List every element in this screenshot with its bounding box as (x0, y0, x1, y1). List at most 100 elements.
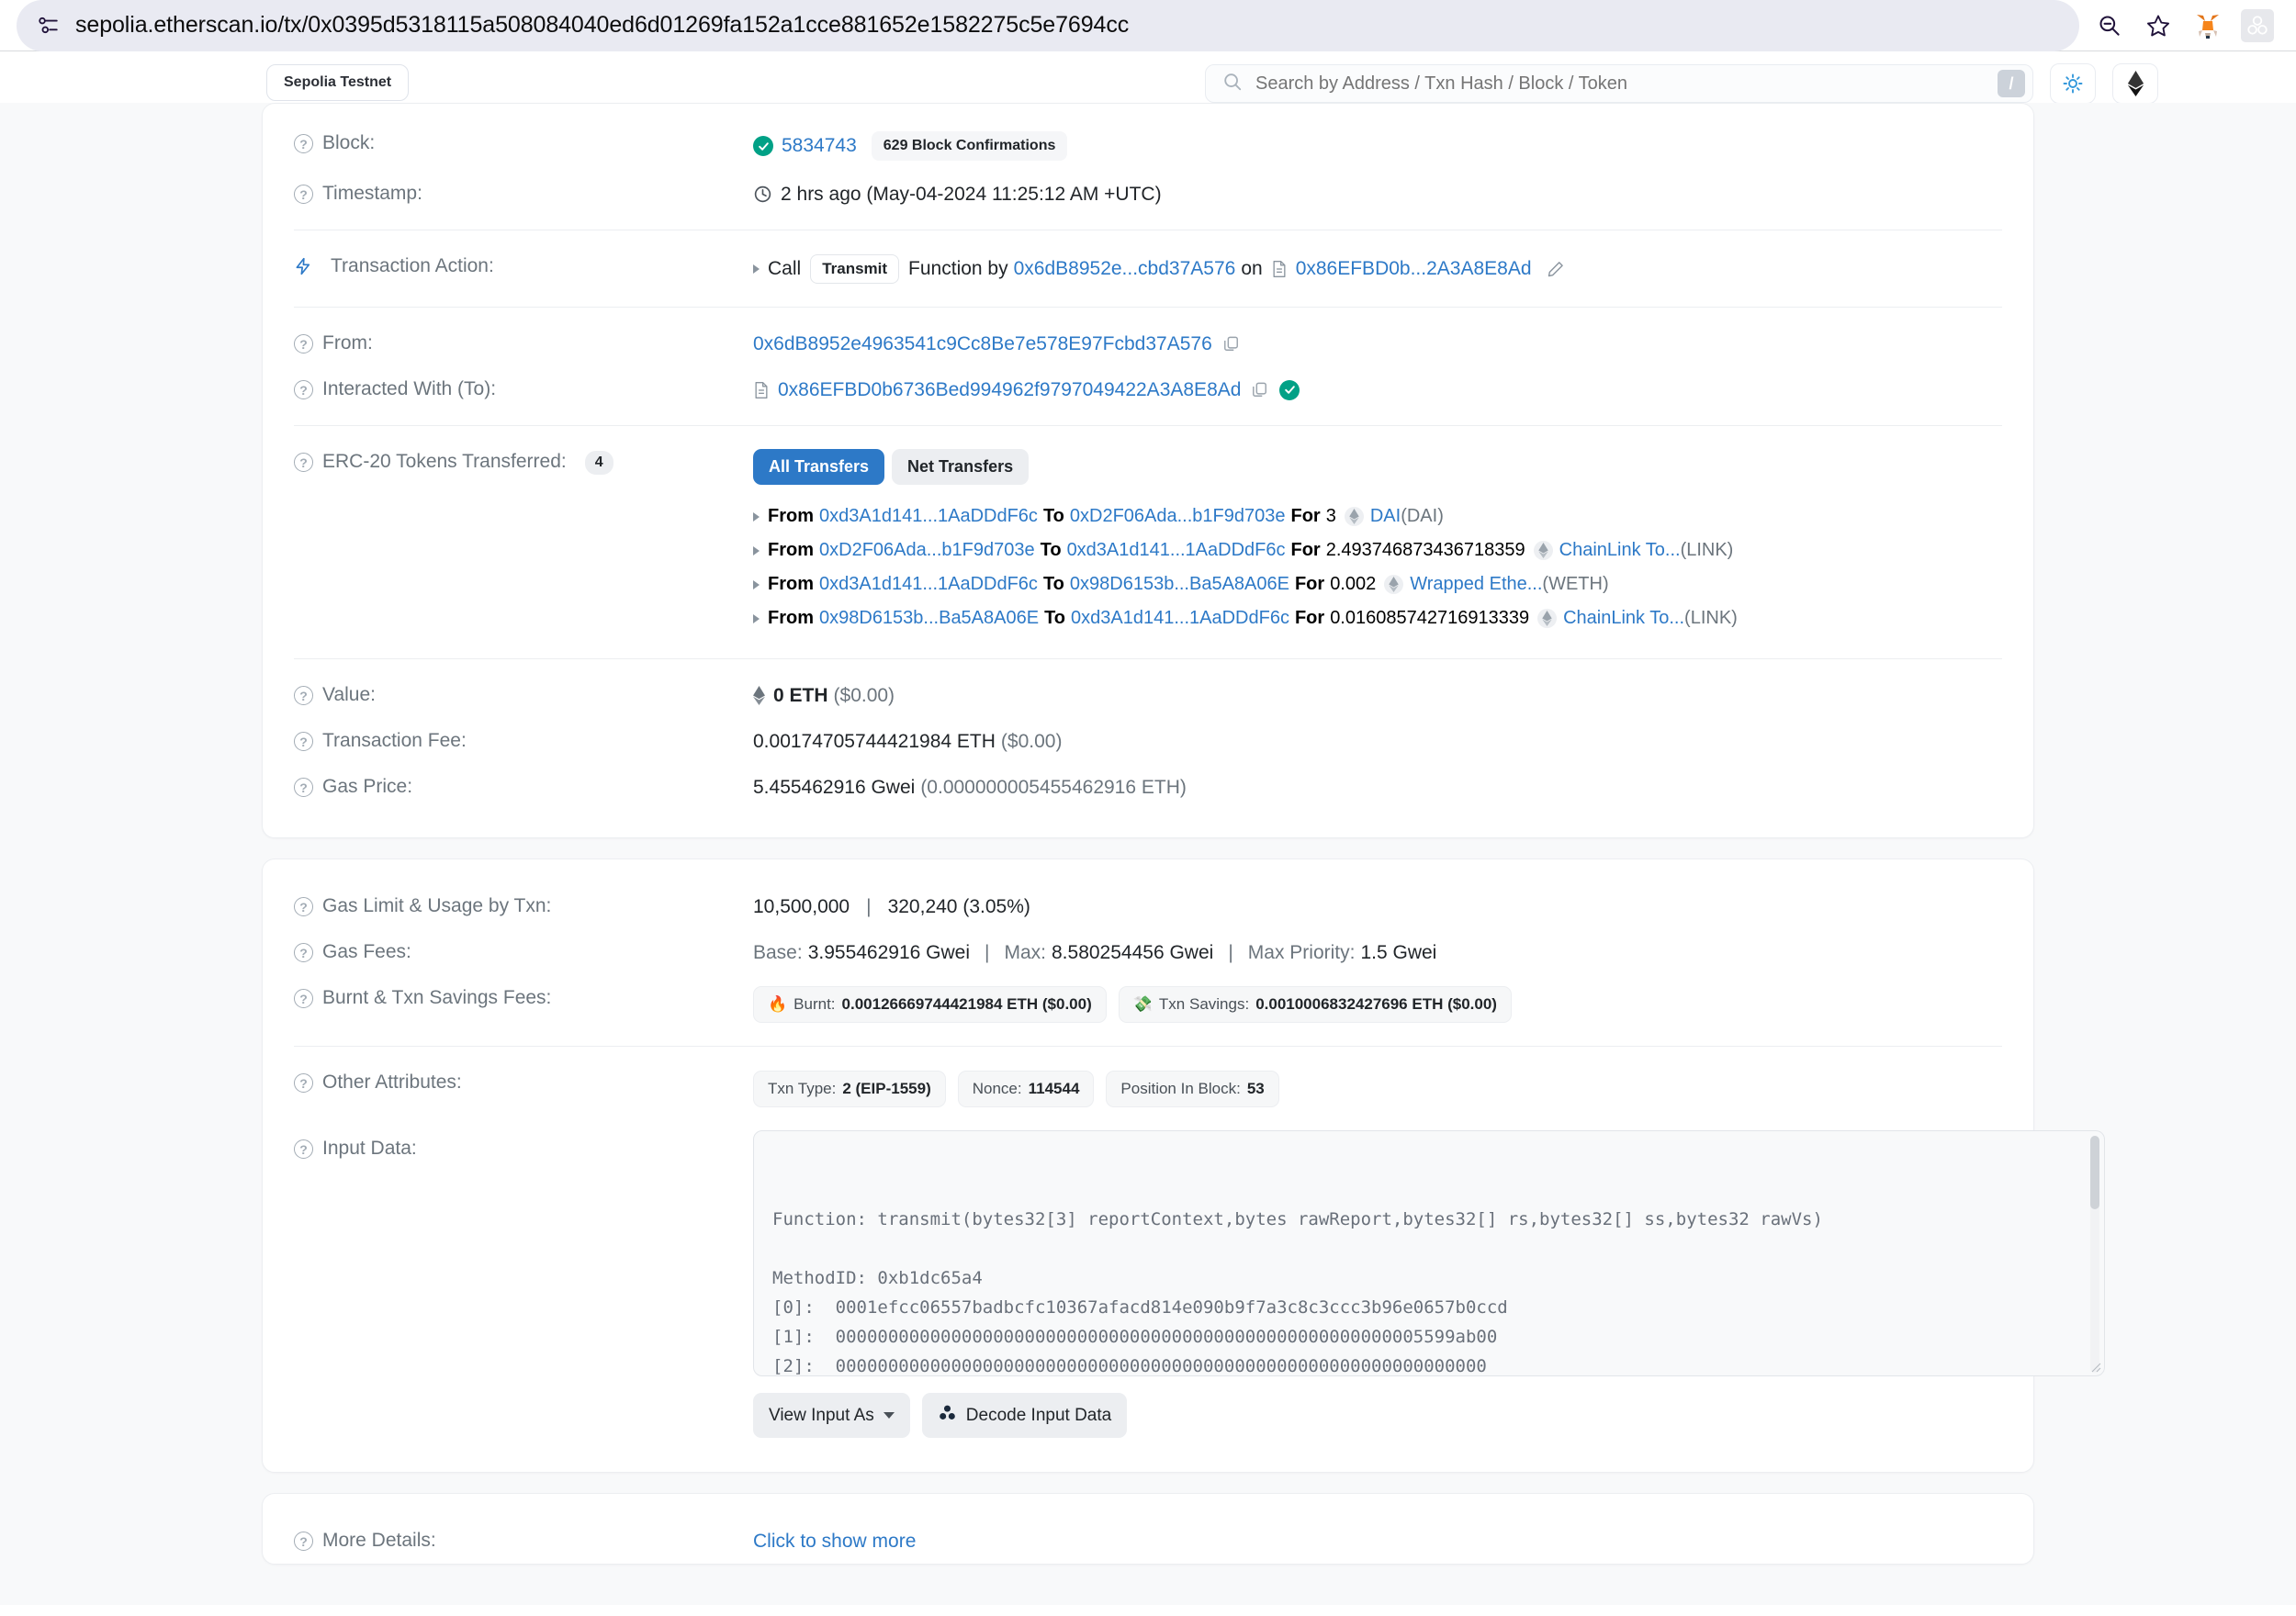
help-icon[interactable]: ? (294, 334, 313, 354)
row-block: ? Block: 5834743 629 Block Confirmations (294, 120, 2002, 171)
transfer-from-address[interactable]: 0xd3A1d141...1AaDDdF6c (819, 574, 1038, 595)
row-value-from: 0x6dB8952e4963541c9Cc8Be7e578E97Fcbd37A5… (753, 331, 2002, 356)
transfer-amount: 3 (1325, 506, 1336, 526)
clock-icon (753, 185, 772, 204)
help-icon[interactable]: ? (294, 686, 313, 705)
row-label-interacted-with: ? Interacted With (To): (294, 376, 753, 400)
metamask-fox-icon[interactable] (2186, 4, 2230, 48)
expand-caret-icon[interactable] (753, 264, 760, 274)
action-contract-address-link[interactable]: 0x86EFBD0b...2A3A8E8Ad (1296, 258, 1532, 280)
transfer-token-name[interactable]: Wrapped Ethe... (1410, 574, 1542, 595)
divider (294, 307, 2002, 308)
row-label-transaction-action: Transaction Action: (294, 253, 753, 277)
row-label-other-attributes: ? Other Attributes: (294, 1070, 753, 1094)
help-icon[interactable]: ? (294, 1532, 313, 1551)
code-scrollbar-thumb[interactable] (2090, 1136, 2099, 1209)
row-other-attributes: ? Other Attributes: Txn Type: 2 (EIP-155… (294, 1060, 2002, 1117)
copy-icon[interactable] (1251, 381, 1268, 398)
tab-net-transfers[interactable]: Net Transfers (892, 449, 1030, 485)
transfer-token-name[interactable]: DAI (1370, 506, 1401, 527)
row-interacted-with: ? Interacted With (To): 0x86EFBD0b6736Be… (294, 366, 2002, 412)
transfer-from-address[interactable]: 0xD2F06Ada...b1F9d703e (819, 540, 1035, 561)
divider (294, 658, 2002, 659)
transfer-for-label: For (1290, 506, 1321, 526)
expand-caret-icon[interactable] (753, 511, 760, 522)
transfer-from-address[interactable]: 0x98D6153b...Ba5A8A06E (819, 608, 1039, 629)
transfer-for-label: For (1290, 540, 1321, 560)
decode-input-data-button[interactable]: Decode Input Data (921, 1393, 1128, 1438)
help-icon[interactable]: ? (294, 943, 313, 962)
zoom-out-icon[interactable] (2087, 4, 2131, 48)
help-icon[interactable]: ? (294, 989, 313, 1008)
copy-icon[interactable] (1222, 335, 1240, 353)
extensions-icon[interactable] (2235, 4, 2279, 48)
resize-handle[interactable] (2090, 1362, 2101, 1373)
view-input-as-button[interactable]: View Input As (753, 1393, 910, 1438)
separator: | (866, 895, 872, 917)
base-fee-label: Base: (753, 941, 803, 963)
transfer-token-name[interactable]: ChainLink To... (1559, 540, 1681, 561)
max-priority-value: 1.5 Gwei (1360, 941, 1437, 963)
input-data-textarea[interactable]: Function: transmit(bytes32[3] reportCont… (753, 1130, 2105, 1376)
divider (294, 425, 2002, 426)
max-fee-label: Max: (1004, 941, 1046, 963)
help-icon[interactable]: ? (294, 134, 313, 153)
transfer-to-address[interactable]: 0xd3A1d141...1AaDDdF6c (1071, 608, 1289, 629)
help-icon[interactable]: ? (294, 732, 313, 751)
input-data-code: Function: transmit(bytes32[3] reportCont… (772, 1209, 1823, 1376)
help-icon[interactable]: ? (294, 185, 313, 204)
separator: | (985, 941, 990, 963)
input-data-buttons: View Input As Decode Input Data (753, 1393, 2105, 1438)
row-value-burnt-savings: 🔥 Burnt: 0.00126669744421984 ETH ($0.00)… (753, 985, 2002, 1023)
network-switcher-button[interactable] (2112, 63, 2158, 104)
row-value-other-attributes: Txn Type: 2 (EIP-1559) Nonce: 114544 Pos… (753, 1070, 2002, 1107)
money-wings-icon: 💸 (1132, 995, 1153, 1013)
row-value-more-details: Click to show more (753, 1528, 2002, 1554)
decode-input-data-label: Decode Input Data (965, 1405, 1112, 1425)
row-label-more-details: ? More Details: (294, 1528, 753, 1552)
click-to-show-more-link[interactable]: Click to show more (753, 1531, 916, 1553)
theme-toggle-button[interactable] (2050, 63, 2096, 104)
transfer-token-name[interactable]: ChainLink To... (1563, 608, 1684, 629)
tab-all-transfers[interactable]: All Transfers (753, 449, 885, 485)
help-icon[interactable]: ? (294, 380, 313, 399)
transfer-to-address[interactable]: 0x98D6153b...Ba5A8A06E (1070, 574, 1289, 595)
help-icon[interactable]: ? (294, 778, 313, 797)
transfer-for-label: For (1294, 608, 1325, 628)
row-label-transaction-fee: ? Transaction Fee: (294, 728, 753, 752)
token-icon (1537, 609, 1558, 628)
row-input-data: ? Input Data: Function: transmit(bytes32… (294, 1117, 2105, 1448)
from-address-link[interactable]: 0x6dB8952e4963541c9Cc8Be7e578E97Fcbd37A5… (753, 333, 1212, 355)
address-bar[interactable]: sepolia.etherscan.io/tx/0x0395d5318115a5… (17, 0, 2079, 51)
to-address-link[interactable]: 0x86EFBD0b6736Bed994962f9797049422A3A8E8… (778, 379, 1241, 401)
help-icon[interactable]: ? (294, 1073, 313, 1093)
block-number-link[interactable]: 5834743 (782, 135, 857, 157)
expand-caret-icon[interactable] (753, 613, 760, 623)
cubes-icon (938, 1403, 957, 1428)
star-icon[interactable] (2136, 4, 2180, 48)
help-icon[interactable]: ? (294, 1139, 313, 1159)
transfer-to-address[interactable]: 0xd3A1d141...1AaDDdF6c (1067, 540, 1286, 561)
pencil-icon[interactable] (1547, 260, 1565, 278)
expand-caret-icon[interactable] (753, 579, 760, 589)
gas-price-gwei: 5.455462916 Gwei (753, 776, 916, 798)
erc20-count-badge: 4 (584, 451, 613, 475)
transfer-from-address[interactable]: 0xd3A1d141...1AaDDdF6c (819, 506, 1038, 527)
label-text: From: (322, 332, 373, 354)
ethereum-icon (753, 686, 765, 705)
expand-caret-icon[interactable] (753, 545, 760, 556)
transfer-to-address[interactable]: 0xD2F06Ada...b1F9d703e (1070, 506, 1286, 527)
transfer-tabs: All Transfers Net Transfers (753, 449, 2002, 485)
gas-details-card: ? Gas Limit & Usage by Txn: 10,500,000 |… (262, 858, 2105, 1473)
network-chip[interactable]: Sepolia Testnet (266, 64, 410, 101)
search-input[interactable] (1255, 73, 1998, 95)
label-text: Timestamp: (322, 183, 422, 204)
action-from-address-link[interactable]: 0x6dB8952e...cbd37A576 (1014, 258, 1236, 280)
help-icon[interactable]: ? (294, 453, 313, 472)
site-settings-icon[interactable] (29, 7, 66, 44)
help-icon[interactable]: ? (294, 897, 313, 916)
savings-value: 0.0010006832427696 ETH ($0.00) (1255, 995, 1497, 1013)
transfer-from-label: From (768, 574, 814, 594)
search-bar[interactable]: / (1205, 64, 2033, 103)
position-value: 53 (1246, 1080, 1265, 1097)
